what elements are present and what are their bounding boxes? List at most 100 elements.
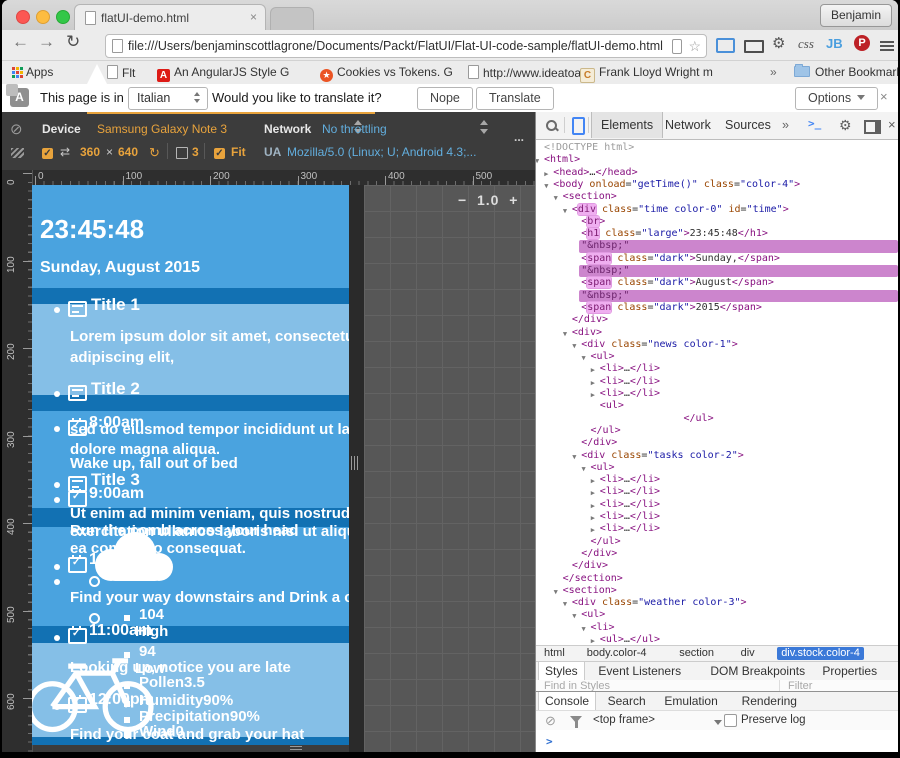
- tree-line[interactable]: ▼ <section>: [536, 585, 898, 597]
- tree-line[interactable]: ▶ <ul>…</ul>: [536, 634, 898, 645]
- filter-placeholder[interactable]: Filter: [788, 680, 812, 691]
- console-tab-search[interactable]: Search: [602, 692, 652, 711]
- pinterest-extension-icon[interactable]: P: [854, 35, 870, 51]
- devicemode-extension-icon[interactable]: [716, 38, 735, 53]
- tree-line[interactable]: </div>: [536, 314, 898, 326]
- browser-tab[interactable]: flatUI-demo.html ×: [74, 4, 266, 31]
- breadcrumb-item[interactable]: html: [544, 647, 565, 660]
- back-button[interactable]: ←: [12, 32, 29, 52]
- tree-line[interactable]: <span class="dark">Sunday,</span>: [536, 252, 898, 265]
- console-drawer-icon[interactable]: >_: [808, 117, 821, 130]
- forward-button[interactable]: →: [38, 32, 55, 52]
- language-select[interactable]: Italian: [128, 87, 208, 110]
- viewport-resize-handle-bottom[interactable]: [290, 746, 302, 747]
- fit-label[interactable]: Fit: [231, 145, 246, 159]
- block-icon[interactable]: ⊘: [10, 120, 23, 138]
- tree-line[interactable]: ▶ <li>…</li>: [536, 499, 898, 511]
- settings-gear-icon[interactable]: ⚙: [839, 117, 852, 134]
- sidebar-tab-event-listeners[interactable]: Event Listeners: [592, 662, 687, 680]
- bookmarks-overflow-icon[interactable]: »: [770, 65, 777, 79]
- more-options[interactable]: ...: [514, 130, 524, 144]
- tree-line[interactable]: <span class="dark">2015</span>: [536, 301, 898, 314]
- maximize-window-button[interactable]: [56, 10, 70, 24]
- tree-line[interactable]: "&nbsp;": [536, 289, 898, 302]
- frame-select-caret-icon[interactable]: [714, 720, 722, 725]
- other-bookmarks-folder[interactable]: Other Bookmarks: [794, 64, 898, 79]
- tab-network[interactable]: Network: [656, 112, 720, 138]
- tab-elements[interactable]: Elements: [591, 112, 664, 138]
- menu-icon[interactable]: [880, 39, 894, 53]
- close-devtools-icon[interactable]: ×: [888, 117, 896, 132]
- gear-extension-icon[interactable]: ⚙: [772, 34, 785, 52]
- tree-line[interactable]: ▼ <div class="weather color-3">: [536, 597, 898, 609]
- sidebar-tab-styles[interactable]: Styles: [538, 662, 585, 680]
- tree-line[interactable]: <!DOCTYPE html>: [536, 142, 898, 154]
- filter-funnel-icon[interactable]: [570, 716, 582, 728]
- tree-line[interactable]: </section>: [536, 573, 898, 585]
- translate-button[interactable]: Translate: [476, 87, 554, 110]
- options-button[interactable]: Options: [795, 87, 879, 110]
- tree-line[interactable]: </div>: [536, 437, 898, 449]
- tree-line[interactable]: ▶ <li>…</li>: [536, 474, 898, 486]
- breadcrumb-item[interactable]: body.color-4: [587, 647, 647, 660]
- tree-line[interactable]: ▼ <section>: [536, 191, 898, 203]
- console-tab-emulation[interactable]: Emulation: [658, 692, 723, 711]
- tree-line[interactable]: ▼ <ul>: [536, 462, 898, 474]
- jb-extension-icon[interactable]: JB: [826, 36, 843, 51]
- sidebar-tab--scope[interactable]: $scope: [896, 662, 898, 680]
- bookmark-item[interactable]: A An AngularJS Style G: [157, 65, 289, 82]
- tree-line[interactable]: </ul>: [536, 536, 898, 548]
- tree-line[interactable]: <ul>: [536, 400, 898, 412]
- tree-line[interactable]: ▶ <li>…</li>: [536, 376, 898, 388]
- rotate-icon[interactable]: ⇄: [60, 145, 70, 159]
- tree-line[interactable]: ▶ <li>…</li>: [536, 388, 898, 400]
- tree-line[interactable]: </ul>: [536, 413, 898, 425]
- tree-line[interactable]: ▼ <body onload="getTime()" class="color-4…: [536, 179, 898, 191]
- breadcrumb-item[interactable]: section: [679, 647, 714, 660]
- tree-line[interactable]: "&nbsp;": [536, 240, 898, 253]
- mobile-icon[interactable]: [672, 39, 682, 54]
- tree-line[interactable]: ▶ <head>…</head>: [536, 167, 898, 179]
- bookmark-star-icon[interactable]: ☆: [688, 35, 701, 57]
- ua-value[interactable]: Mozilla/5.0 (Linux; U; Android 4.3;...: [287, 145, 476, 159]
- frame-select[interactable]: <top frame>: [593, 714, 655, 726]
- tree-line[interactable]: <span class="dark">August</span>: [536, 277, 898, 289]
- zoom-in-icon[interactable]: +: [509, 192, 518, 208]
- tree-line[interactable]: <br>: [536, 215, 898, 228]
- tree-line[interactable]: ▶ <li>…</li>: [536, 511, 898, 523]
- search-icon[interactable]: [546, 120, 557, 131]
- network-select-carets-icon[interactable]: [480, 120, 488, 134]
- device-select[interactable]: Samsung Galaxy Note 3: [97, 122, 227, 136]
- apps-shortcut[interactable]: Apps: [12, 65, 53, 79]
- device-height[interactable]: 640: [118, 145, 138, 159]
- tree-line[interactable]: ▶ <li>…</li>: [536, 486, 898, 498]
- tree-line[interactable]: ▼ <div class="time color-0" id="time">: [536, 203, 898, 216]
- breadcrumb-item-selected[interactable]: div.stock.color-4: [777, 647, 864, 660]
- new-tab-button[interactable]: [270, 7, 314, 31]
- profile-button[interactable]: Benjamin: [819, 4, 892, 27]
- tree-line[interactable]: ▼ <div>: [536, 327, 898, 339]
- elements-tree[interactable]: <!DOCTYPE html> ▼ <html> ▶ <head>…</head> ▼ <b…: [536, 140, 898, 645]
- emulation-settings-icon[interactable]: [11, 148, 24, 158]
- dock-side-icon[interactable]: [864, 120, 881, 134]
- css-extension-icon[interactable]: css: [798, 36, 814, 52]
- tree-line[interactable]: ▼ <ul>: [536, 609, 898, 621]
- bookmark-item[interactable]: C Frank Lloyd Wright m: [580, 65, 713, 83]
- tree-line[interactable]: ▼ <li>: [536, 622, 898, 634]
- tree-line[interactable]: ▶ <li>…</li>: [536, 523, 898, 535]
- console-tab-console[interactable]: Console: [538, 692, 597, 711]
- tab-close-icon[interactable]: ×: [250, 10, 257, 24]
- tree-line[interactable]: </div>: [536, 548, 898, 560]
- preserve-log-checkbox[interactable]: [724, 714, 737, 727]
- tree-line[interactable]: ▼ <div class="tasks color-2">: [536, 450, 898, 462]
- breadcrumb-item[interactable]: div: [741, 647, 755, 660]
- close-window-button[interactable]: [16, 10, 30, 24]
- device-mode-icon[interactable]: [572, 117, 585, 135]
- tabs-overflow-icon[interactable]: »: [773, 112, 798, 138]
- network-select[interactable]: No throttling: [322, 122, 387, 136]
- tree-line[interactable]: </ul>: [536, 425, 898, 437]
- reload-button[interactable]: ↻: [66, 32, 80, 52]
- zoom-out-icon[interactable]: −: [458, 192, 467, 208]
- bookmark-item[interactable]: Flt: [107, 65, 135, 80]
- find-styles-placeholder[interactable]: Find in Styles: [544, 680, 610, 691]
